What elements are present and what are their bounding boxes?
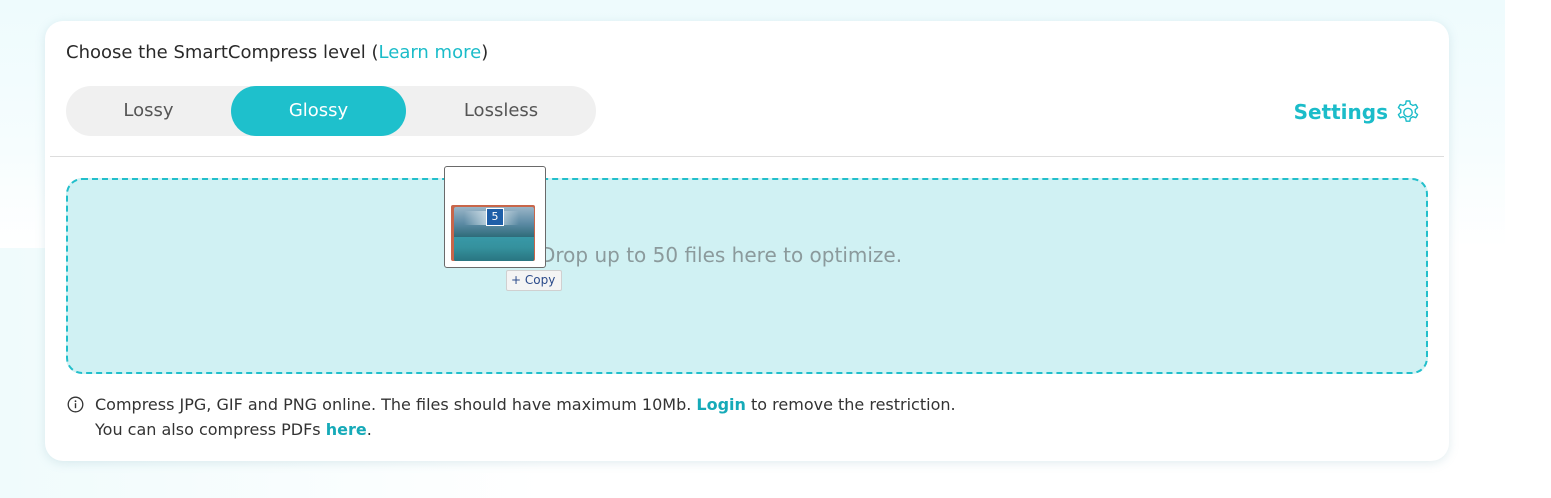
compress-level-title-suffix: ) [481, 42, 489, 63]
login-link[interactable]: Login [696, 395, 746, 414]
info-line-2: You can also compress PDFs here. [95, 417, 956, 442]
gear-icon [1397, 100, 1419, 122]
info-line-1: Compress JPG, GIF and PNG online. The fi… [95, 392, 956, 417]
drag-preview: 5 [444, 166, 546, 268]
copy-tooltip: + Copy [506, 270, 563, 291]
settings-label: Settings [1293, 100, 1388, 124]
file-dropzone[interactable] [66, 178, 1428, 374]
compress-level-title: Choose the SmartCompress level (Learn mo… [66, 42, 488, 63]
compress-level-selector: Lossy Glossy Lossless [66, 86, 596, 136]
level-option-lossless[interactable]: Lossless [406, 86, 596, 136]
drag-count-badge: 5 [486, 208, 504, 226]
compress-level-title-text: Choose the SmartCompress level ( [66, 42, 379, 63]
info-icon [67, 396, 84, 413]
pdf-compress-link[interactable]: here [326, 420, 367, 439]
level-option-glossy[interactable]: Glossy [231, 86, 406, 136]
settings-button[interactable]: Settings [1294, 98, 1422, 126]
level-option-lossy[interactable]: Lossy [66, 86, 231, 136]
info-note: Compress JPG, GIF and PNG online. The fi… [67, 392, 956, 442]
learn-more-link[interactable]: Learn more [379, 42, 482, 63]
dropzone-text: Drop up to 50 files here to optimize. [540, 243, 903, 267]
section-divider [50, 156, 1444, 157]
compress-card: Choose the SmartCompress level (Learn mo… [45, 21, 1449, 461]
info-line-1-text: Compress JPG, GIF and PNG online. The fi… [95, 395, 697, 414]
info-line-2-suffix: . [366, 420, 372, 439]
info-line-2-text: You can also compress PDFs [95, 420, 326, 439]
info-line-1-suffix: to remove the restriction. [745, 395, 956, 414]
